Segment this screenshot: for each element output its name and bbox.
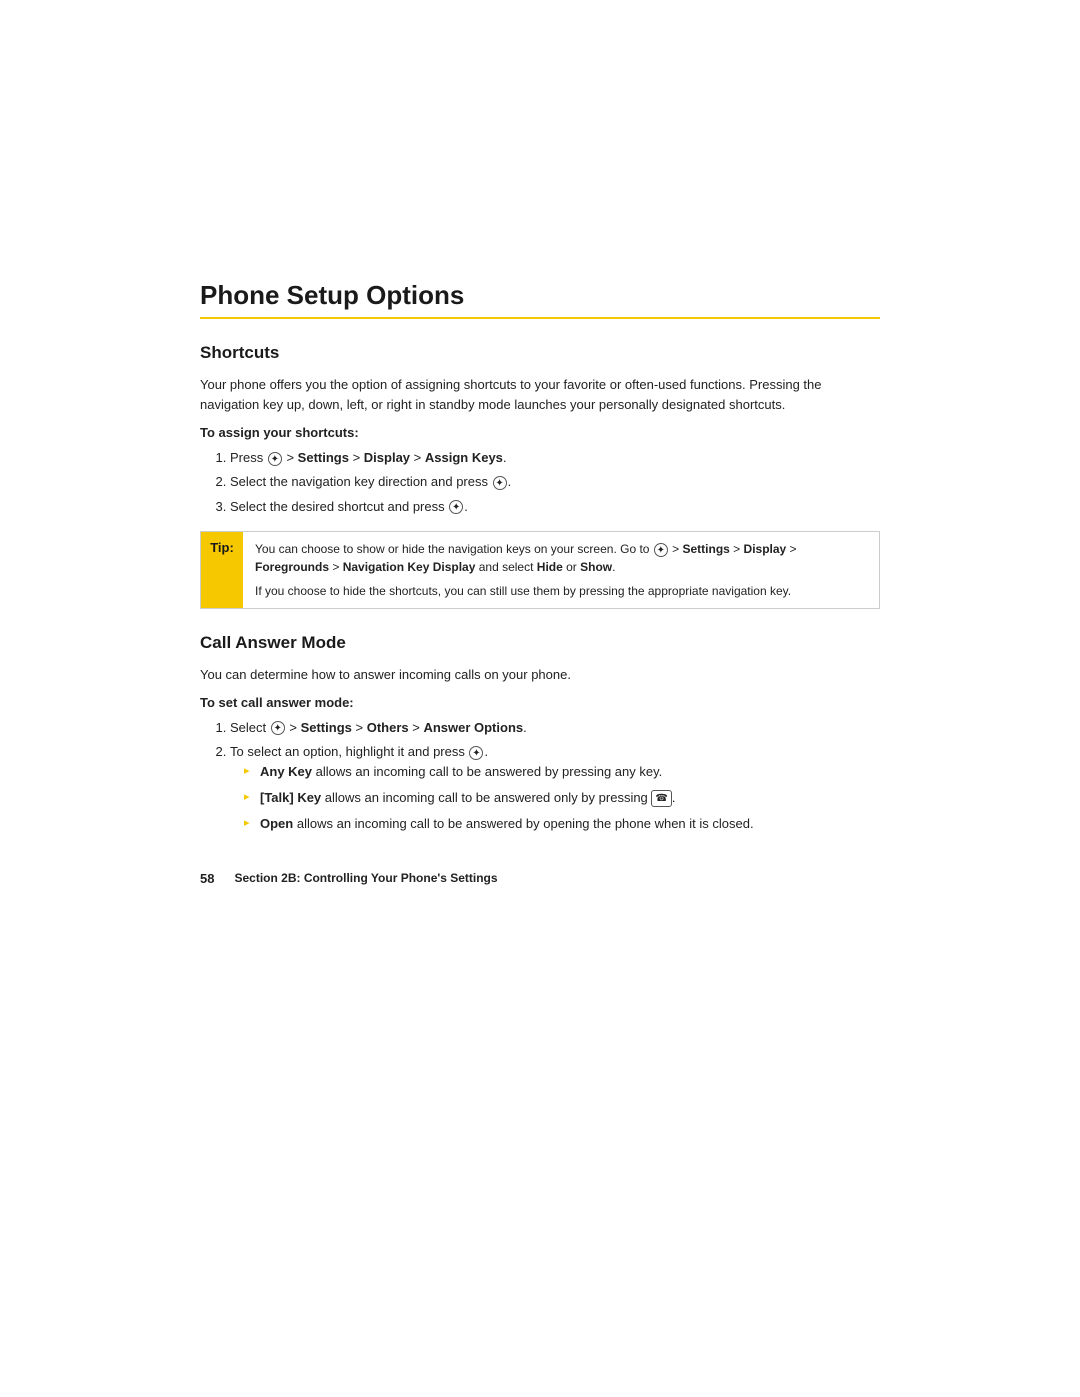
nav-icon-1: ✦ bbox=[268, 452, 282, 466]
call-answer-intro: You can determine how to answer incoming… bbox=[200, 665, 880, 685]
nav-icon-2: ✦ bbox=[493, 476, 507, 490]
tip-box: Tip: You can choose to show or hide the … bbox=[200, 531, 880, 609]
page-title: Phone Setup Options bbox=[200, 280, 880, 311]
bullet-open: Open allows an incoming call to be answe… bbox=[244, 814, 880, 834]
footer: 58 Section 2B: Controlling Your Phone's … bbox=[200, 865, 880, 886]
nav-icon-ca-2: ✦ bbox=[469, 746, 483, 760]
bullet-talk-key: [Talk] Key allows an incoming call to be… bbox=[244, 788, 880, 808]
shortcuts-heading: Shortcuts bbox=[200, 343, 880, 363]
footer-page-number: 58 bbox=[200, 871, 214, 886]
shortcuts-subheading: To assign your shortcuts: bbox=[200, 425, 880, 440]
shortcuts-steps-list: Press ✦ > Settings > Display > Assign Ke… bbox=[230, 448, 880, 516]
page-title-block: Phone Setup Options bbox=[200, 280, 880, 319]
call-answer-section: Call Answer Mode You can determine how t… bbox=[200, 633, 880, 835]
title-underline bbox=[200, 317, 880, 319]
tip-paragraph-1: You can choose to show or hide the navig… bbox=[255, 540, 867, 576]
footer-section-label: Section 2B: Controlling Your Phone's Set… bbox=[234, 871, 497, 885]
shortcuts-section: Shortcuts Your phone offers you the opti… bbox=[200, 343, 880, 609]
nav-icon-ca-1: ✦ bbox=[271, 721, 285, 735]
call-answer-subheading: To set call answer mode: bbox=[200, 695, 880, 710]
call-answer-step-2: To select an option, highlight it and pr… bbox=[230, 742, 880, 835]
tip-content: You can choose to show or hide the navig… bbox=[243, 532, 879, 608]
tip-label: Tip: bbox=[201, 532, 243, 608]
talk-key-icon: ☎ bbox=[651, 790, 671, 807]
nav-icon-3: ✦ bbox=[449, 500, 463, 514]
tip-paragraph-2: If you choose to hide the shortcuts, you… bbox=[255, 582, 867, 600]
call-answer-steps-list: Select ✦ > Settings > Others > Answer Op… bbox=[230, 718, 880, 835]
shortcuts-step-2: Select the navigation key direction and … bbox=[230, 472, 880, 492]
bullet-any-key: Any Key allows an incoming call to be an… bbox=[244, 762, 880, 782]
page-container: Phone Setup Options Shortcuts Your phone… bbox=[200, 0, 880, 986]
nav-icon-tip: ✦ bbox=[654, 543, 668, 557]
shortcuts-intro: Your phone offers you the option of assi… bbox=[200, 375, 880, 415]
call-answer-step-1: Select ✦ > Settings > Others > Answer Op… bbox=[230, 718, 880, 738]
shortcuts-step-1: Press ✦ > Settings > Display > Assign Ke… bbox=[230, 448, 880, 468]
call-answer-bullet-list: Any Key allows an incoming call to be an… bbox=[244, 762, 880, 834]
call-answer-heading: Call Answer Mode bbox=[200, 633, 880, 653]
shortcuts-step-3: Select the desired shortcut and press ✦. bbox=[230, 497, 880, 517]
